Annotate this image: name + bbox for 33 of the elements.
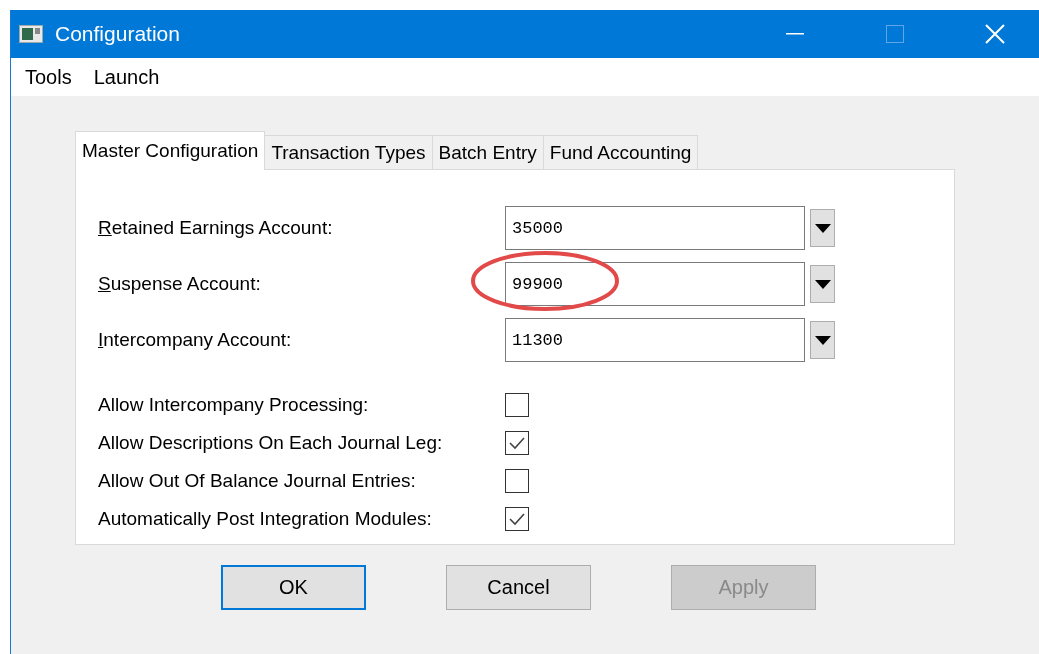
account-field[interactable]: 35000 (505, 206, 805, 250)
option-label: Automatically Post Integration Modules: (98, 508, 433, 530)
caret-icon (814, 279, 831, 289)
checkbox[interactable] (505, 507, 529, 531)
menu-item[interactable]: Tools (17, 65, 80, 89)
option-label: Allow Intercompany Processing: (98, 394, 370, 416)
dropdown-button[interactable] (810, 209, 835, 247)
menu-item[interactable]: Launch (85, 65, 168, 89)
close-icon (985, 24, 1005, 44)
dialog-button[interactable]: OK (221, 565, 366, 610)
checkbox[interactable] (505, 469, 529, 493)
dropdown-button[interactable] (810, 265, 835, 303)
checkbox[interactable] (505, 393, 529, 417)
caret-icon (814, 223, 831, 233)
tab[interactable]: Master Configuration (75, 131, 266, 170)
maximize-icon (886, 25, 904, 43)
dropdown-button[interactable] (810, 321, 835, 359)
option-label: Allow Descriptions On Each Journal Leg: (98, 432, 444, 454)
caret-icon (814, 335, 831, 345)
check-icon (508, 436, 526, 450)
app-icon (19, 25, 43, 43)
account-field[interactable]: 99900 (505, 262, 805, 306)
account-field[interactable]: 11300 (505, 318, 805, 362)
field-label: Intercompany Account: (98, 329, 293, 351)
field-label: Retained Earnings Account: (98, 217, 334, 239)
dialog-button[interactable]: Cancel (446, 565, 591, 610)
checkbox[interactable] (505, 431, 529, 455)
tab[interactable]: Fund Accounting (542, 135, 699, 170)
check-icon (508, 512, 526, 526)
minimize-icon (786, 33, 804, 35)
window-title: Configuration (55, 22, 181, 46)
option-label: Allow Out Of Balance Journal Entries: (98, 470, 417, 492)
field-label: Suspense Account: (98, 273, 262, 295)
